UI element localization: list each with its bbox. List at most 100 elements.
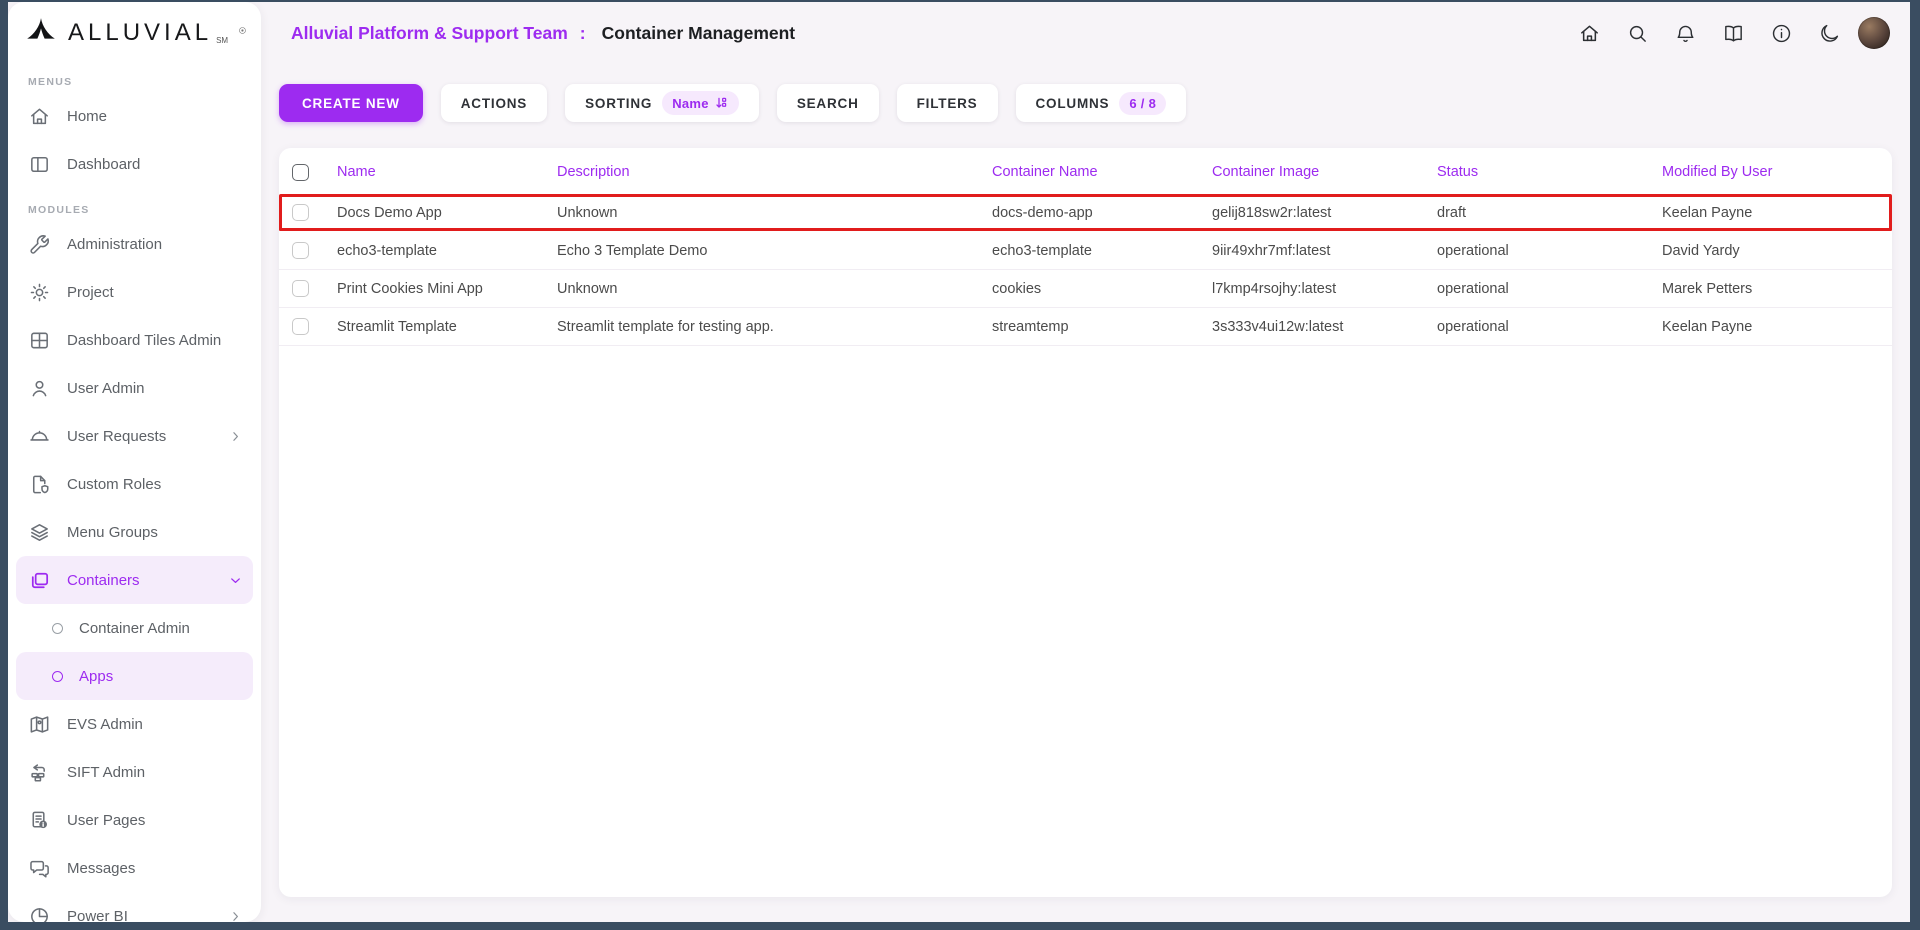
home-icon[interactable] — [1570, 14, 1609, 53]
column-header-modified-by-user[interactable]: Modified By User — [1656, 164, 1892, 180]
sidebar-subitem-container-admin[interactable]: Container Admin — [16, 604, 253, 652]
sidebar-item-label: Project — [67, 284, 114, 301]
containers-icon — [28, 569, 51, 592]
sidebar-toggle-icon[interactable] — [238, 22, 247, 44]
sidebar-item-power-bi[interactable]: Power BI — [16, 892, 253, 922]
cell-description: Streamlit template for testing app. — [551, 319, 986, 335]
breadcrumb-team[interactable]: Alluvial Platform & Support Team — [291, 23, 568, 44]
column-header-container-image[interactable]: Container Image — [1206, 164, 1431, 180]
columns-label: COLUMNS — [1036, 96, 1110, 111]
topbar: Alluvial Platform & Support Team : Conta… — [279, 2, 1892, 60]
sidebar-item-label: SIFT Admin — [67, 764, 145, 781]
columns-button[interactable]: COLUMNS 6 / 8 — [1016, 84, 1187, 122]
info-icon[interactable] — [1762, 14, 1801, 53]
sidebar-item-label: User Admin — [67, 380, 145, 397]
table-row-highlighted[interactable]: Docs Demo AppUnknowndocs-demo-appgelij81… — [279, 194, 1892, 232]
sidebar-item-custom-roles[interactable]: Custom Roles — [16, 460, 253, 508]
sorting-button[interactable]: SORTING Name — [565, 84, 759, 122]
sidebar-subitem-apps[interactable]: Apps — [16, 652, 253, 700]
cell-container-name: docs-demo-app — [986, 205, 1206, 221]
toolbar: CREATE NEW ACTIONS SORTING Name SEARCH F… — [279, 84, 1892, 122]
doc-shield-icon — [28, 473, 51, 496]
column-header-name[interactable]: Name — [331, 164, 551, 180]
table-row[interactable]: echo3-templateEcho 3 Template Demoecho3-… — [279, 232, 1892, 270]
sidebar-item-user-requests[interactable]: User Requests — [16, 412, 253, 460]
filters-button[interactable]: FILTERS — [897, 84, 998, 122]
sidebar-section-label: MENUS — [28, 76, 253, 88]
column-header-status[interactable]: Status — [1431, 164, 1656, 180]
cell-modified-by: Keelan Payne — [1656, 319, 1892, 335]
sidebar-item-administration[interactable]: Administration — [16, 220, 253, 268]
pie-icon — [28, 905, 51, 923]
chevron-right-icon — [228, 429, 243, 444]
sidebar-item-menu-groups[interactable]: Menu Groups — [16, 508, 253, 556]
sidebar-item-containers[interactable]: Containers — [16, 556, 253, 604]
book-icon[interactable] — [1714, 14, 1753, 53]
sidebar-item-dashboard-tiles-admin[interactable]: Dashboard Tiles Admin — [16, 316, 253, 364]
alluvial-logo-icon — [24, 16, 58, 50]
search-button[interactable]: SEARCH — [777, 84, 879, 122]
sidebar-item-label: User Requests — [67, 428, 166, 445]
sidebar-item-project[interactable]: Project — [16, 268, 253, 316]
main-area: Alluvial Platform & Support Team : Conta… — [261, 2, 1910, 922]
create-new-button[interactable]: CREATE NEW — [279, 84, 423, 122]
sorting-value: Name — [672, 96, 709, 111]
brand-trademark: SM — [216, 36, 228, 45]
row-checkbox[interactable] — [292, 204, 309, 221]
sidebar-item-label: Containers — [67, 572, 140, 589]
table-body: Docs Demo AppUnknowndocs-demo-appgelij81… — [279, 194, 1892, 346]
sift-icon — [28, 761, 51, 784]
topbar-actions — [1570, 14, 1890, 53]
column-header-description[interactable]: Description — [551, 164, 986, 180]
cell-modified-by: Marek Petters — [1656, 281, 1892, 297]
sidebar-item-messages[interactable]: Messages — [16, 844, 253, 892]
brand-name: ALLUVIAL — [68, 19, 212, 47]
row-checkbox[interactable] — [292, 242, 309, 259]
row-checkbox[interactable] — [292, 280, 309, 297]
column-header-container-name[interactable]: Container Name — [986, 164, 1206, 180]
radio-bullet-icon — [52, 671, 63, 682]
bell-icon[interactable] — [1666, 14, 1705, 53]
table-row[interactable]: Print Cookies Mini AppUnknowncookiesl7km… — [279, 270, 1892, 308]
sidebar-item-home[interactable]: Home — [16, 92, 253, 140]
actions-button[interactable]: ACTIONS — [441, 84, 547, 122]
sidebar-item-user-admin[interactable]: User Admin — [16, 364, 253, 412]
map-icon — [28, 713, 51, 736]
sorting-value-pill: Name — [662, 91, 739, 115]
cell-status: operational — [1431, 319, 1656, 335]
sidebar-item-label: User Pages — [67, 812, 145, 829]
search-icon[interactable] — [1618, 14, 1657, 53]
cell-modified-by: David Yardy — [1656, 243, 1892, 259]
cell-status: operational — [1431, 281, 1656, 297]
app-window: ALLUVIAL SM MENUS Home Dashboard MODULES Adm… — [8, 2, 1910, 922]
chevron-down-icon — [228, 573, 243, 588]
cell-container-image: gelij818sw2r:latest — [1206, 205, 1431, 221]
table-row[interactable]: Streamlit TemplateStreamlit template for… — [279, 308, 1892, 346]
dashboard-icon — [28, 153, 51, 176]
breadcrumb-separator: : — [580, 23, 586, 44]
sidebar-item-user-pages[interactable]: User Pages — [16, 796, 253, 844]
sidebar-item-sift-admin[interactable]: SIFT Admin — [16, 748, 253, 796]
cell-container-name: streamtemp — [986, 319, 1206, 335]
user-avatar[interactable] — [1858, 17, 1890, 49]
moon-icon[interactable] — [1810, 14, 1849, 53]
sidebar-item-evs-admin[interactable]: EVS Admin — [16, 700, 253, 748]
messages-icon — [28, 857, 51, 880]
cell-container-name: echo3-template — [986, 243, 1206, 259]
columns-count-pill: 6 / 8 — [1119, 92, 1166, 115]
row-checkbox[interactable] — [292, 318, 309, 335]
sidebar: ALLUVIAL SM MENUS Home Dashboard MODULES Adm… — [8, 2, 261, 922]
sidebar-item-label: Home — [67, 108, 107, 125]
grid-icon — [28, 329, 51, 352]
sidebar-item-label: Power BI — [67, 908, 128, 923]
sidebar-section-label: MODULES — [28, 204, 253, 216]
radio-bullet-icon — [52, 623, 63, 634]
cell-modified-by: Keelan Payne — [1656, 205, 1892, 221]
tools-icon — [28, 233, 51, 256]
select-all-checkbox[interactable] — [292, 164, 309, 181]
sidebar-item-dashboard[interactable]: Dashboard — [16, 140, 253, 188]
home-icon — [28, 105, 51, 128]
sidebar-subitem-label: Container Admin — [79, 620, 190, 637]
chevron-right-icon — [228, 909, 243, 923]
gear-icon — [28, 281, 51, 304]
